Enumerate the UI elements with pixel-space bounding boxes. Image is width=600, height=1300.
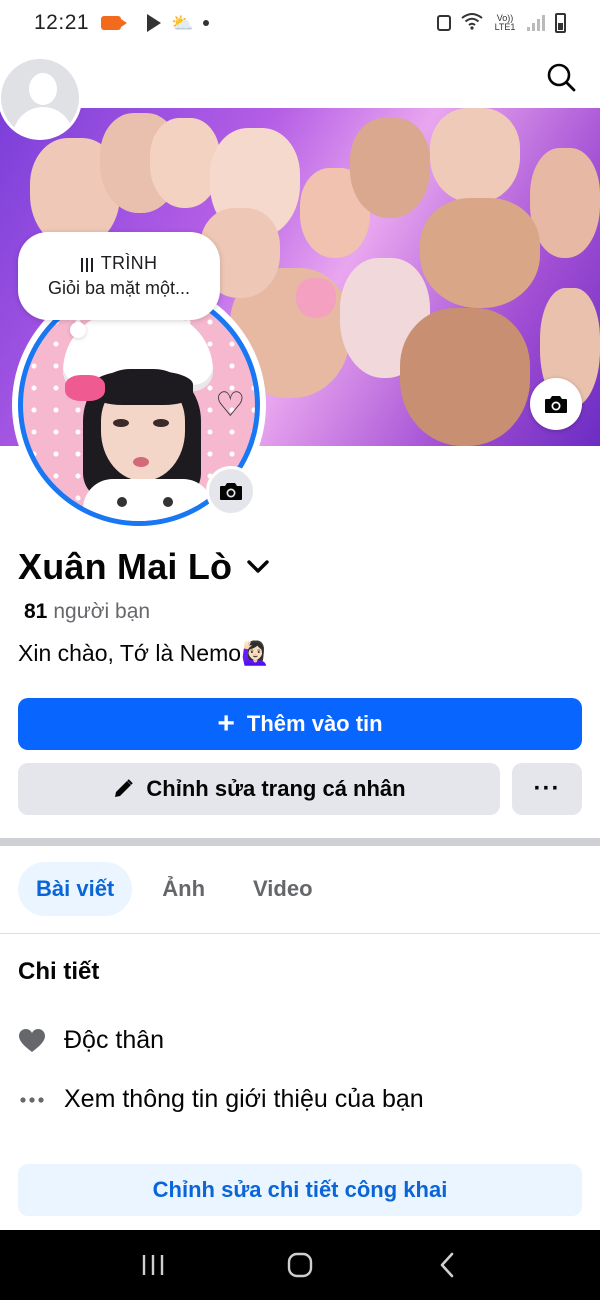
profile-name: Xuân Mai Lò <box>18 546 233 587</box>
plus-icon: + <box>217 707 235 740</box>
profile-camera-button[interactable] <box>206 466 256 516</box>
details-heading: Chi tiết <box>18 958 100 985</box>
relationship-status: Độc thân <box>64 1026 165 1054</box>
note-text: Giỏi ba mặt một... <box>47 278 191 298</box>
heart-doodle-icon: ♡ <box>215 386 246 424</box>
coat-button <box>117 497 127 507</box>
section-divider <box>0 838 600 846</box>
tab-photos[interactable]: Ảnh <box>144 862 223 916</box>
camera-icon <box>545 396 567 413</box>
notification-icons: ⛅ <box>101 12 210 34</box>
profile-bio: Xin chào, Tớ là Nemo🙋🏻‍♀️ <box>18 640 270 666</box>
cover-collage-face <box>530 148 600 258</box>
avatar-right-eye <box>153 419 169 427</box>
see-about-info-link: Xem thông tin giới thiệu của bạn <box>64 1085 424 1113</box>
play-store-icon <box>147 14 162 32</box>
detail-see-about[interactable]: Xem thông tin giới thiệu của bạn <box>18 1085 424 1114</box>
home-icon <box>287 1252 313 1278</box>
avatar-left-eye <box>113 419 129 427</box>
cover-collage-face <box>400 308 530 446</box>
profile-note[interactable]: TRÌNH Giỏi ba mặt một... <box>18 232 220 320</box>
pink-bow <box>65 375 105 401</box>
more-horizontal-icon: ··· <box>533 775 561 802</box>
tabs-divider <box>0 933 600 934</box>
friends-count: 81 <box>24 600 48 623</box>
status-time: 12:21 <box>34 11 90 34</box>
add-to-story-button[interactable]: + Thêm vào tin <box>18 698 582 750</box>
back-icon <box>440 1252 453 1278</box>
heart-icon <box>18 1028 46 1054</box>
edit-profile-label: Chỉnh sửa trang cá nhân <box>146 776 406 801</box>
search-icon <box>547 63 576 92</box>
note-bubble-tail <box>70 322 86 338</box>
note-music-title: TRÌNH <box>80 253 158 274</box>
status-bar: 12:21 ⛅ Vo)) LTE1 <box>0 0 600 46</box>
profile-name-row[interactable]: Xuân Mai Lò <box>18 546 270 588</box>
battery-icon <box>555 13 566 33</box>
friends-count-row[interactable]: 81 người bạn <box>24 600 150 624</box>
avatar-bangs <box>93 371 193 405</box>
tab-posts[interactable]: Bài viết <box>18 862 133 916</box>
more-options-button[interactable]: ··· <box>512 763 582 815</box>
pencil-icon <box>115 779 134 797</box>
wifi-icon <box>461 12 483 35</box>
profile-tabs: Bài viết Ảnh Video <box>18 862 331 916</box>
friends-label: người bạn <box>53 600 151 623</box>
camera-icon <box>220 483 242 500</box>
recent-apps-icon <box>143 1255 164 1275</box>
add-to-story-label: Thêm vào tin <box>246 711 383 736</box>
cover-collage-face <box>350 118 430 218</box>
cover-camera-button[interactable] <box>530 378 582 430</box>
more-notifications-dot-icon <box>203 20 210 26</box>
search-button[interactable] <box>542 58 582 98</box>
avatar-mouth <box>133 457 149 467</box>
detail-relationship: Độc thân <box>18 1026 164 1055</box>
home-button[interactable] <box>270 1240 330 1290</box>
edit-profile-button[interactable]: Chỉnh sửa trang cá nhân <box>18 763 500 815</box>
signal-strength-icon <box>527 15 545 31</box>
cover-collage-face <box>150 118 220 208</box>
back-button[interactable] <box>417 1240 477 1290</box>
weather-icon: ⛅ <box>171 12 194 33</box>
mini-avatar[interactable] <box>0 56 82 140</box>
system-icons: Vo)) LTE1 <box>437 12 566 35</box>
edit-public-details-button[interactable]: Chỉnh sửa chi tiết công khai <box>18 1164 582 1216</box>
recent-apps-button[interactable] <box>123 1240 183 1290</box>
cover-collage-face <box>430 108 520 203</box>
more-horizontal-icon <box>18 1096 46 1104</box>
recycle-icon <box>437 15 451 31</box>
android-nav-bar <box>0 1230 600 1300</box>
avatar-placeholder-head <box>29 73 57 105</box>
lte-label: Vo)) LTE1 <box>494 13 516 32</box>
cover-collage-face <box>420 198 540 308</box>
tab-videos[interactable]: Video <box>235 862 331 916</box>
music-bars-icon <box>80 256 93 272</box>
coat-button <box>163 497 173 507</box>
chevron-down-icon[interactable] <box>246 559 270 575</box>
avatar-placeholder-shoulders <box>13 107 73 137</box>
cover-collage-face <box>296 278 336 318</box>
video-call-icon <box>101 16 128 30</box>
note-title-text: TRÌNH <box>100 253 158 273</box>
chef-coat <box>83 479 213 521</box>
